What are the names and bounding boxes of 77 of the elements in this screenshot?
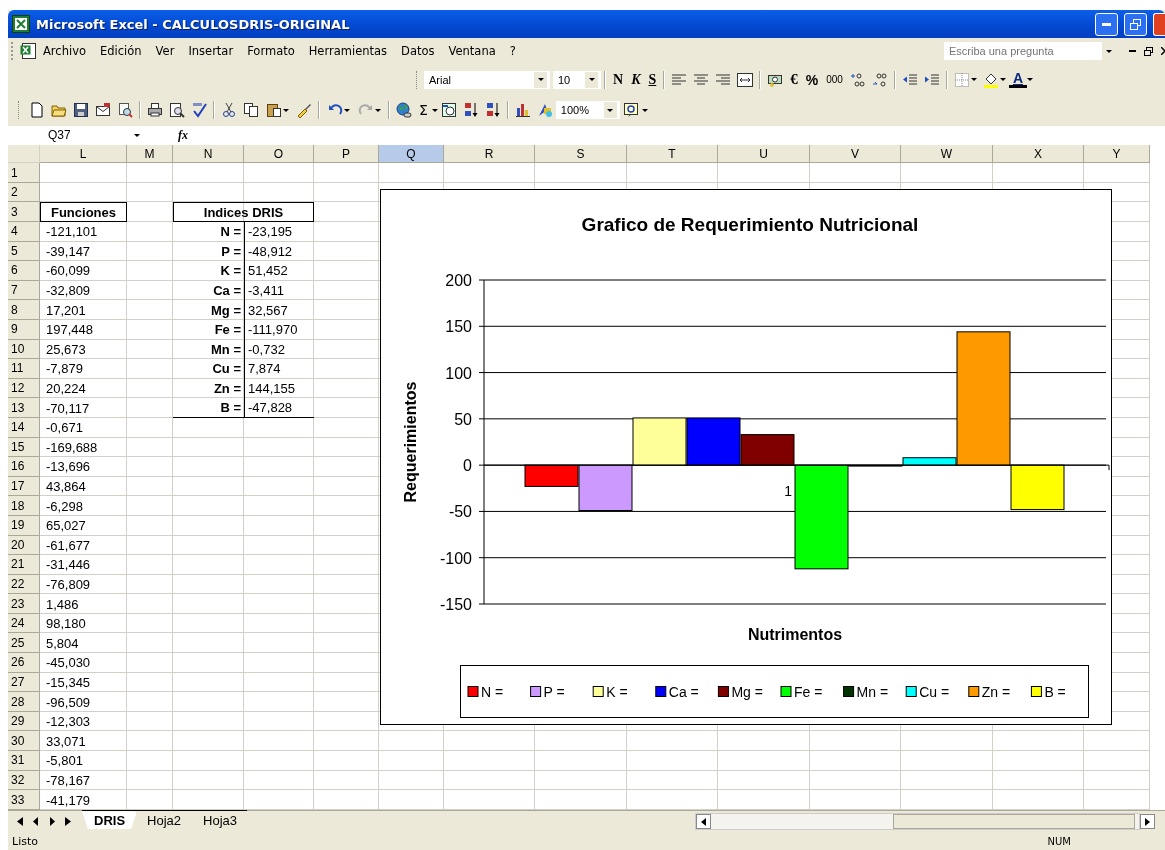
- axis-tick-label: -50: [448, 503, 472, 521]
- table-cell-text: -12,303: [45, 713, 92, 732]
- table-cell-text: -32,809: [45, 282, 92, 301]
- table-cell-text: -6,298: [45, 497, 84, 516]
- table-cell-text: -13,696: [45, 458, 92, 477]
- axis-tick-label: -100: [439, 549, 472, 567]
- table-cell-text: Mg =: [210, 301, 242, 320]
- table-cell-text: Zn =: [212, 380, 242, 399]
- table-cell-text: P =: [220, 242, 242, 261]
- table-cell-text: -121,101: [45, 223, 99, 242]
- status-indicator: NUM: [1047, 835, 1071, 847]
- axis-tick-label: 50: [454, 411, 472, 429]
- window-title: Microsoft Excel - CALCULOSDRIS-ORIGINAL: [36, 16, 351, 32]
- table-cell-text: 20,224: [45, 380, 87, 399]
- axis-title: Requerimientos: [402, 381, 419, 503]
- table-cell: -23,195: [244, 222, 314, 242]
- table-cell-text: -45,030: [45, 654, 92, 673]
- table-cell-text: 98,180: [45, 615, 87, 634]
- table-cell-text: -41,179: [45, 791, 92, 810]
- table-cell-text: N =: [219, 223, 242, 242]
- chart-title: Grafico de Requerimiento Nutricional: [581, 214, 919, 236]
- table-cell: Indices DRIS: [173, 202, 314, 222]
- table-cell: 51,452: [244, 261, 314, 281]
- table-cell-text: -7,879: [45, 360, 84, 379]
- table-cell-text: Cu =: [211, 360, 242, 379]
- table-cell: 7,874: [244, 359, 314, 379]
- table-cell: -47,828: [244, 398, 314, 418]
- legend-label: Mn =: [856, 684, 889, 701]
- legend-label: Mg =: [731, 684, 763, 701]
- axis-tick-label: 0: [463, 457, 472, 475]
- table-cell-text: 17,201: [45, 301, 87, 320]
- table-cell: -3,411: [244, 280, 314, 301]
- table-cell-text: 1,486: [45, 595, 80, 614]
- table-cell: 144,155: [244, 378, 314, 399]
- table-cell-text: 33,071: [45, 732, 87, 751]
- axis-tick-label: -150: [439, 596, 472, 614]
- table-cell-text: -76,809: [45, 576, 92, 594]
- table-cell-text: Fe =: [213, 321, 242, 340]
- table-cell-text: K =: [219, 262, 242, 281]
- table-cell-text: -169,688: [45, 438, 99, 457]
- table-cell-text: -60,099: [45, 262, 92, 281]
- table-cell: B =: [173, 398, 244, 418]
- table-cell-text: 43,864: [45, 478, 87, 496]
- axis-tick-label: 200: [445, 272, 472, 290]
- legend-label: B =: [1044, 684, 1066, 701]
- table-cell: 32,567: [244, 300, 314, 320]
- table-cell-text: -96,509: [45, 693, 92, 712]
- table-cell-text: -78,167: [45, 771, 92, 790]
- table-cell-text: -61,677: [45, 536, 92, 555]
- legend-label: Ca =: [668, 684, 699, 701]
- legend-label: N =: [481, 684, 504, 701]
- table-cell-text: -31,446: [45, 556, 92, 575]
- table-cell-text: -39,147: [45, 242, 92, 261]
- table-cell: -0,732: [244, 339, 314, 360]
- table-cell-text: 25,673: [45, 340, 87, 359]
- table-cell-text: -70,117: [45, 399, 91, 418]
- table-cell-text: 197,448: [45, 321, 94, 340]
- table-cell-text: -15,345: [45, 673, 92, 692]
- legend-label: P =: [543, 684, 565, 701]
- axis-tick-label: 150: [445, 318, 472, 336]
- table-cell-text: 5,804: [45, 634, 80, 653]
- table-cell: Funciones: [40, 202, 127, 222]
- category-label: 1: [784, 483, 792, 500]
- legend-label: Cu =: [919, 684, 950, 701]
- table-cell: -111,970: [244, 319, 314, 340]
- table-cell-text: -0,671: [45, 419, 84, 438]
- table-cell-text: 65,027: [45, 517, 87, 536]
- table-cell-text: Mn =: [210, 340, 242, 359]
- status-text: Listo: [12, 834, 38, 848]
- table-cell-text: Ca =: [212, 282, 242, 301]
- axis-tick-label: 100: [445, 364, 472, 382]
- table-cell-text: -5,801: [45, 752, 84, 771]
- table-cell: -48,912: [244, 241, 314, 262]
- legend-label: K =: [606, 684, 628, 701]
- legend-label: Zn =: [981, 684, 1011, 701]
- axis-title: Nutrimentos: [747, 626, 843, 644]
- legend-label: Fe =: [794, 684, 823, 701]
